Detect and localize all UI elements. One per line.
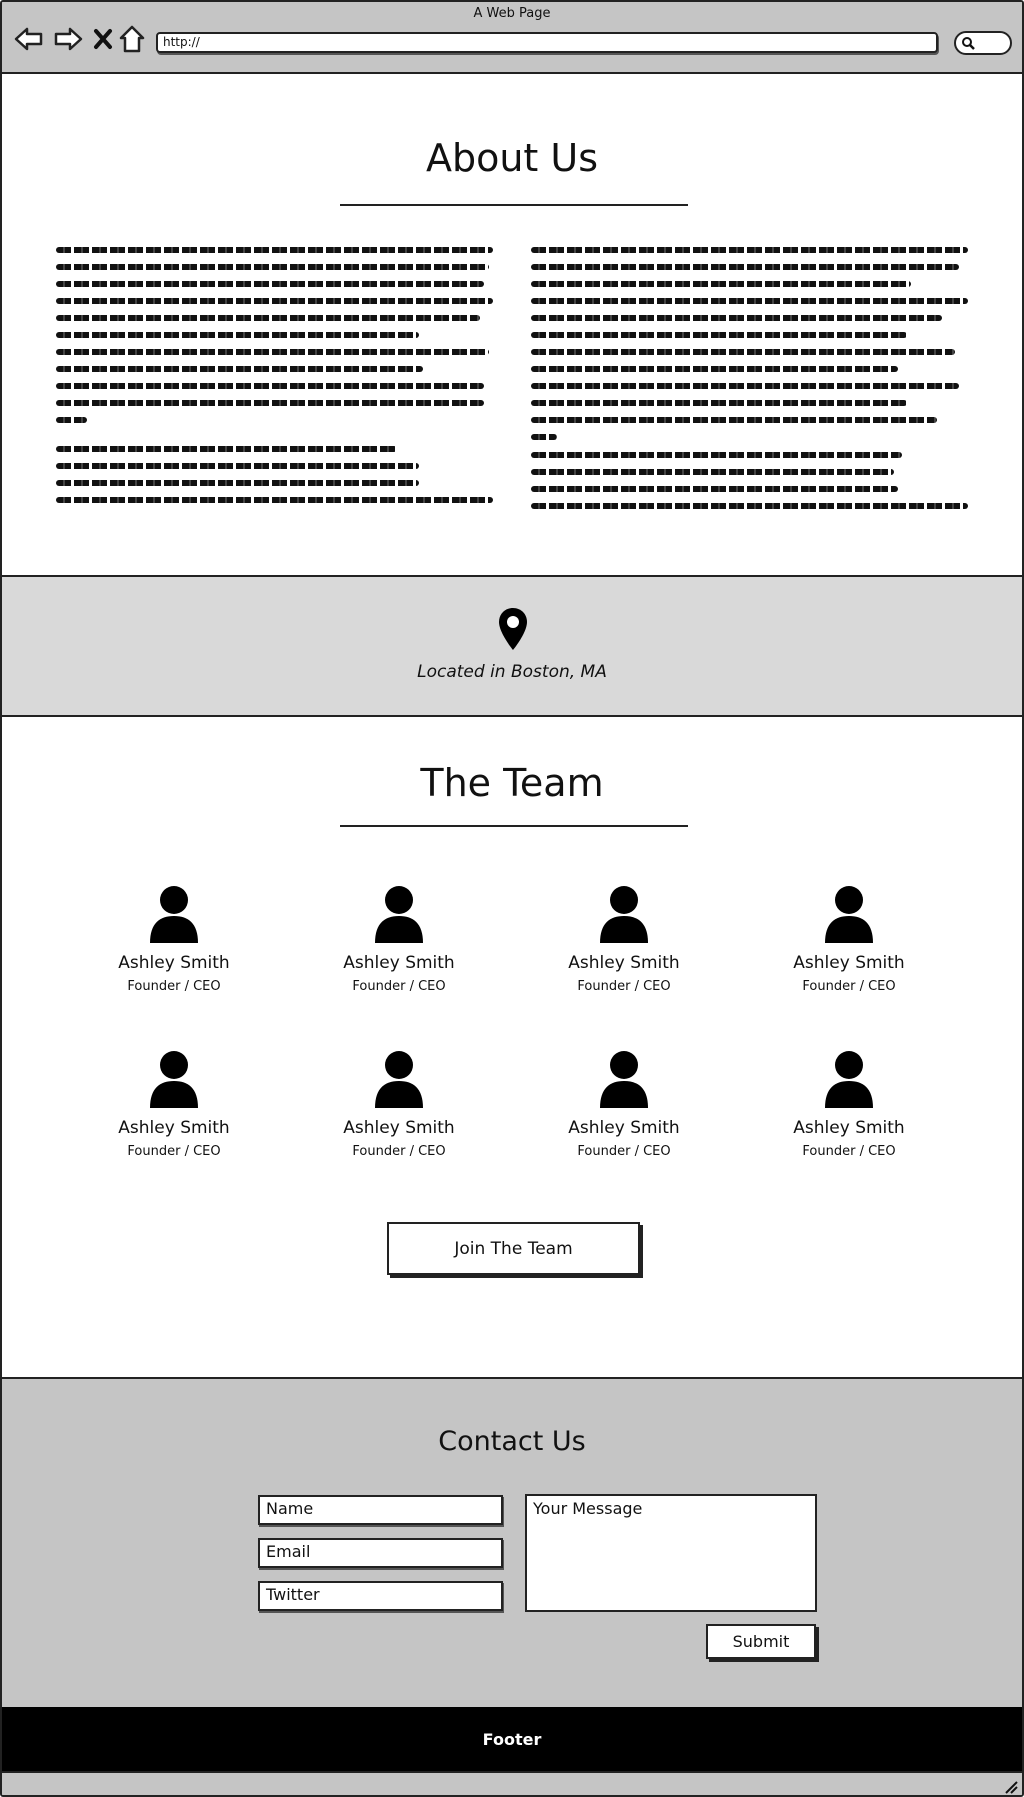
location-band: Located in Boston, MA	[2, 577, 1022, 717]
team-member: Ashley Smith Founder / CEO	[94, 1050, 254, 1159]
team-section: The Team Ashley Smith Founder / CEO Ashl…	[2, 717, 1022, 1379]
member-name: Ashley Smith	[793, 1118, 905, 1138]
member-role: Founder / CEO	[127, 1144, 221, 1159]
member-name: Ashley Smith	[343, 1118, 455, 1138]
user-avatar-icon	[825, 1051, 873, 1108]
name-field[interactable]: Name	[258, 1495, 503, 1525]
about-text-right	[531, 247, 968, 520]
location-text: Located in Boston, MA	[417, 662, 607, 682]
team-member: Ashley Smith Founder / CEO	[544, 885, 704, 994]
submit-button[interactable]: Submit	[706, 1624, 816, 1659]
browser-window: A Web Page http:// About Us Located in B…	[0, 0, 1024, 1797]
resize-grip-icon[interactable]	[1002, 1778, 1018, 1794]
join-team-button[interactable]: Join The Team	[387, 1222, 640, 1275]
member-name: Ashley Smith	[793, 953, 905, 973]
message-textarea[interactable]: Your Message	[525, 1494, 817, 1612]
user-avatar-icon	[600, 886, 648, 943]
contact-title: Contact Us	[438, 1426, 586, 1457]
twitter-field[interactable]: Twitter	[258, 1581, 503, 1611]
map-pin-icon	[499, 608, 527, 650]
member-role: Founder / CEO	[802, 1144, 896, 1159]
team-member: Ashley Smith Founder / CEO	[769, 885, 929, 994]
close-x-icon[interactable]	[88, 24, 118, 54]
forward-arrow-icon[interactable]	[53, 24, 83, 54]
contact-section: Contact Us Name Email Twitter Your Messa…	[2, 1379, 1022, 1707]
home-icon[interactable]	[117, 24, 147, 54]
search-icon	[962, 37, 975, 50]
footer-label: Footer	[482, 1729, 542, 1749]
team-title: The Team	[420, 761, 604, 805]
team-member: Ashley Smith Founder / CEO	[544, 1050, 704, 1159]
email-field[interactable]: Email	[258, 1538, 503, 1568]
user-avatar-icon	[825, 886, 873, 943]
member-role: Founder / CEO	[352, 979, 446, 994]
about-text-left	[56, 247, 493, 514]
member-role: Founder / CEO	[577, 979, 671, 994]
url-input[interactable]: http://	[156, 32, 938, 53]
window-title: A Web Page	[473, 6, 551, 21]
about-title: About Us	[425, 136, 599, 180]
user-avatar-icon	[150, 886, 198, 943]
team-member: Ashley Smith Founder / CEO	[94, 885, 254, 994]
member-name: Ashley Smith	[118, 953, 230, 973]
about-divider	[340, 204, 688, 206]
team-member: Ashley Smith Founder / CEO	[319, 885, 479, 994]
footer-bar: Footer	[2, 1707, 1022, 1771]
browser-search-field[interactable]	[954, 31, 1012, 55]
team-member: Ashley Smith Founder / CEO	[319, 1050, 479, 1159]
browser-toolbar: A Web Page http://	[2, 2, 1022, 74]
status-bar	[2, 1771, 1022, 1795]
member-name: Ashley Smith	[343, 953, 455, 973]
member-name: Ashley Smith	[118, 1118, 230, 1138]
team-divider	[340, 825, 688, 827]
back-arrow-icon[interactable]	[14, 24, 44, 54]
member-role: Founder / CEO	[352, 1144, 446, 1159]
team-member: Ashley Smith Founder / CEO	[769, 1050, 929, 1159]
user-avatar-icon	[375, 1051, 423, 1108]
member-role: Founder / CEO	[802, 979, 896, 994]
user-avatar-icon	[375, 886, 423, 943]
member-role: Founder / CEO	[127, 979, 221, 994]
member-role: Founder / CEO	[577, 1144, 671, 1159]
user-avatar-icon	[150, 1051, 198, 1108]
member-name: Ashley Smith	[568, 1118, 680, 1138]
member-name: Ashley Smith	[568, 953, 680, 973]
user-avatar-icon	[600, 1051, 648, 1108]
about-section: About Us	[2, 74, 1022, 577]
